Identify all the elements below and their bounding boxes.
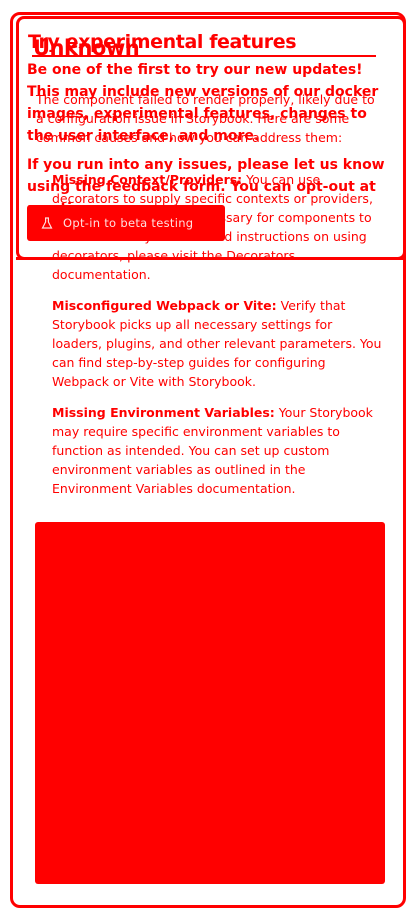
error-stack-block: [35, 522, 385, 884]
flask-icon: [41, 217, 53, 229]
cause-name: Misconfigured Webpack or Vite:: [52, 298, 277, 313]
banner-bottom-edge: [16, 257, 406, 260]
banner-description: Be one of the first to try our new updat…: [27, 62, 379, 144]
banner-title: Try experimental features: [28, 31, 297, 53]
cause-name: Missing Environment Variables:: [52, 405, 275, 420]
opt-in-label: Opt-in to beta testing: [63, 216, 194, 230]
opt-in-beta-button[interactable]: Opt-in to beta testing: [27, 205, 225, 241]
cause-webpack-vite: Misconfigured Webpack or Vite: Verify th…: [52, 296, 382, 391]
cause-env-variables: Missing Environment Variables: Your Stor…: [52, 403, 382, 498]
